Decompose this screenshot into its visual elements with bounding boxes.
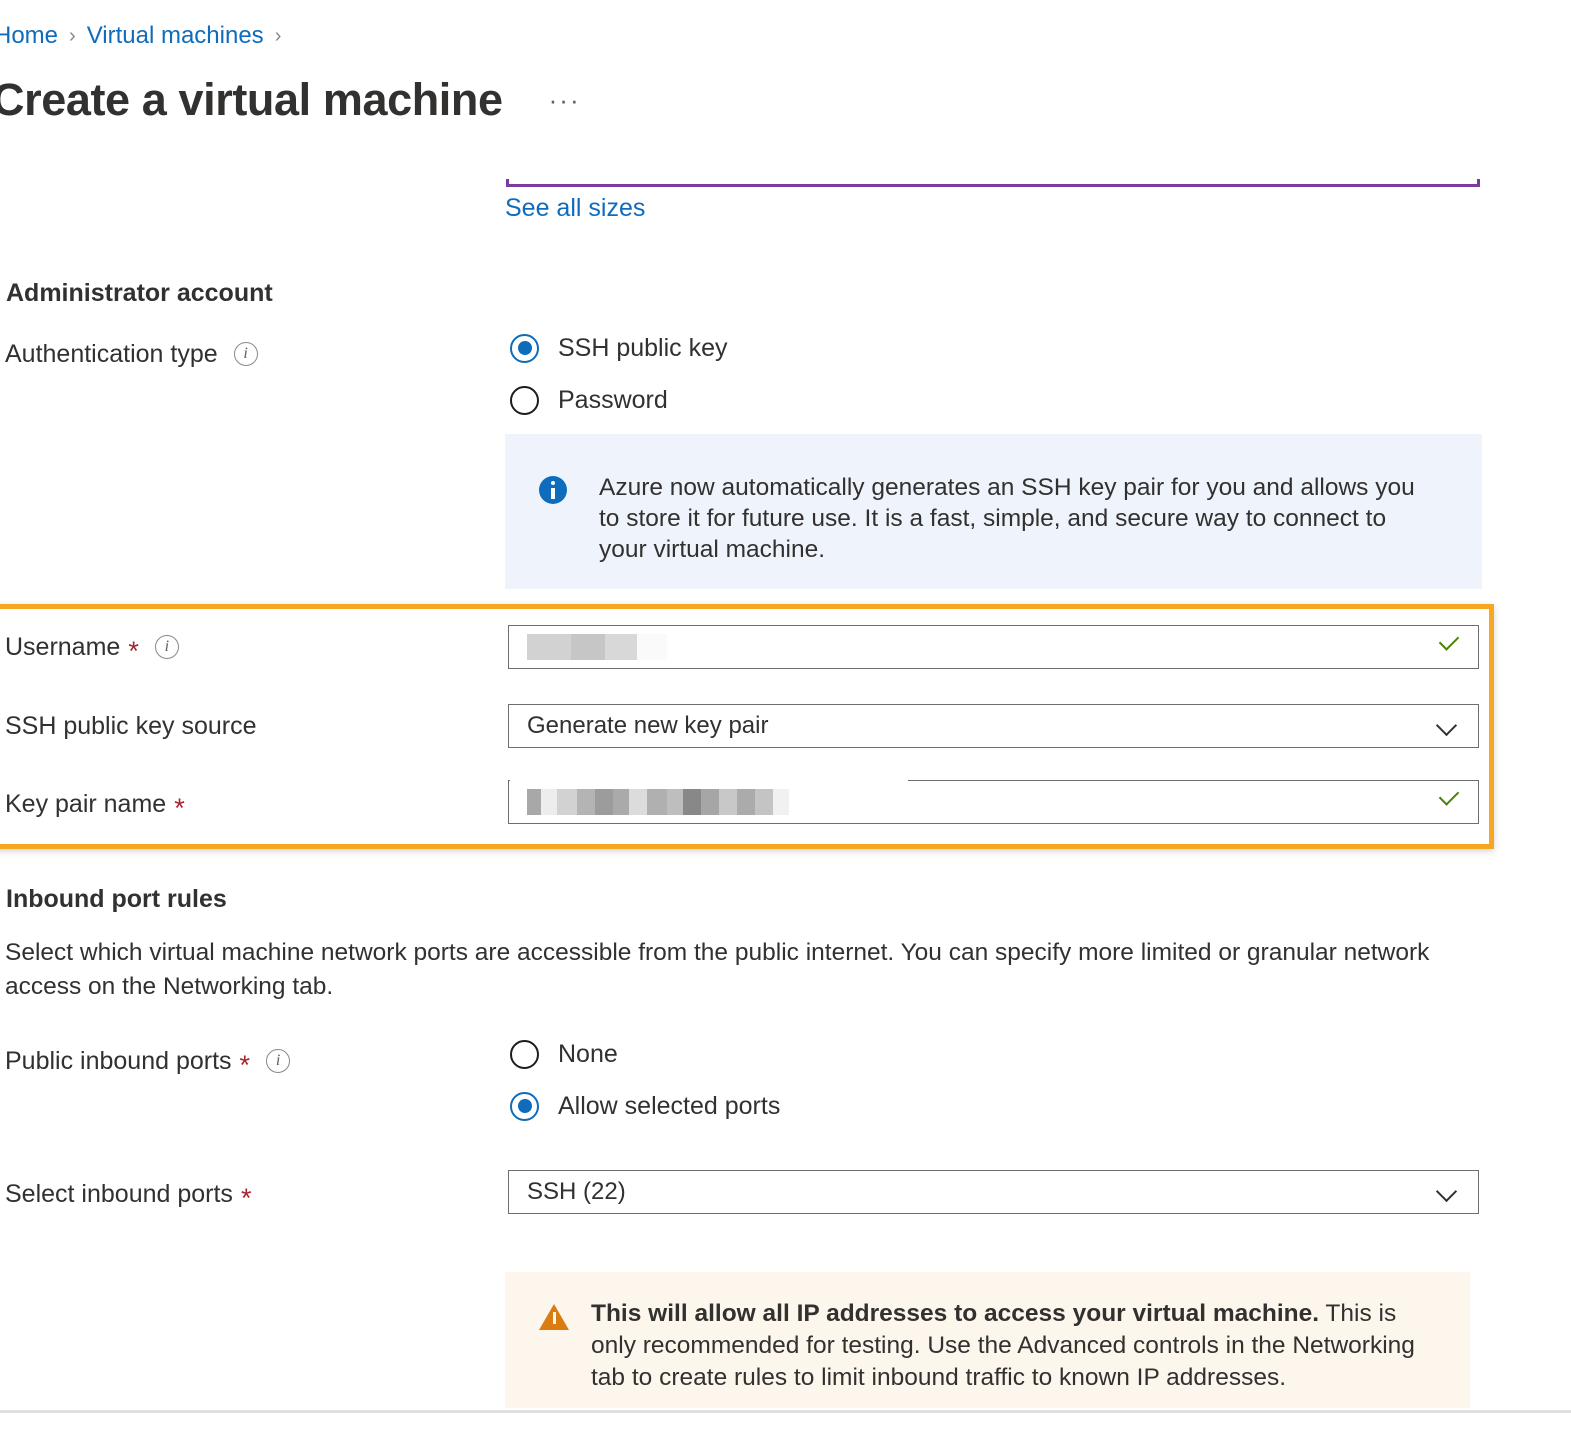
page-header: Create a virtual machine ··· bbox=[0, 72, 581, 128]
ssh-public-key-source-label-text: SSH public key source bbox=[5, 712, 257, 740]
more-actions-button[interactable]: ··· bbox=[549, 85, 581, 116]
key-pair-name-label: Key pair name * bbox=[5, 789, 185, 823]
ssh-public-key-source-value: Generate new key pair bbox=[527, 712, 769, 739]
breadcrumb-separator-icon-2: › bbox=[274, 25, 282, 47]
username-redacted-value bbox=[527, 634, 1436, 660]
username-label-text: Username bbox=[5, 633, 121, 661]
radio-indicator-none[interactable] bbox=[510, 1039, 539, 1069]
select-inbound-ports-select[interactable]: SSH (22) bbox=[508, 1170, 1479, 1214]
radio-label-allow-selected-ports: Allow selected ports bbox=[558, 1092, 781, 1120]
key-pair-name-required-marker: * bbox=[174, 793, 185, 823]
key-pair-name-input[interactable] bbox=[508, 780, 1479, 824]
open-ports-warning-text: This will allow all IP addresses to acce… bbox=[591, 1298, 1440, 1394]
radio-indicator-ssh-public-key[interactable] bbox=[510, 333, 539, 363]
radio-label-password: Password bbox=[558, 386, 668, 414]
radio-ssh-public-key[interactable]: SSH public key bbox=[510, 333, 728, 363]
create-vm-blade: Home › Virtual machines › Create a virtu… bbox=[0, 0, 1571, 1433]
key-pair-field-border-artifact bbox=[510, 778, 908, 782]
radio-none[interactable]: None bbox=[510, 1039, 618, 1069]
authentication-type-label-text: Authentication type bbox=[5, 340, 218, 368]
open-ports-warning-bold: This will allow all IP addresses to acce… bbox=[591, 1300, 1320, 1327]
public-inbound-ports-label-text: Public inbound ports bbox=[5, 1047, 232, 1075]
username-input-value bbox=[527, 634, 1436, 660]
key-pair-name-redacted-value bbox=[527, 789, 1436, 815]
select-inbound-ports-label-text: Select inbound ports bbox=[5, 1180, 233, 1208]
warning-triangle-icon bbox=[539, 1304, 569, 1330]
breadcrumb-item-virtual-machines[interactable]: Virtual machines bbox=[87, 22, 264, 50]
radio-indicator-password[interactable] bbox=[510, 385, 539, 415]
info-icon[interactable]: i bbox=[266, 1049, 291, 1073]
select-inbound-ports-label: Select inbound ports * bbox=[5, 1179, 252, 1213]
size-dropdown-focus-underline bbox=[506, 179, 1480, 187]
breadcrumb-separator-icon: › bbox=[69, 25, 76, 47]
chevron-down-icon[interactable] bbox=[1438, 716, 1458, 736]
radio-label-ssh-public-key: SSH public key bbox=[558, 334, 728, 362]
see-all-sizes-link[interactable]: See all sizes bbox=[505, 192, 645, 224]
radio-label-none: None bbox=[558, 1040, 618, 1068]
ssh-public-key-source-label: SSH public key source bbox=[5, 711, 257, 741]
open-ports-warning-callout: This will allow all IP addresses to acce… bbox=[505, 1272, 1470, 1408]
authentication-type-label: Authentication type i bbox=[5, 339, 258, 369]
radio-allow-selected-ports[interactable]: Allow selected ports bbox=[510, 1091, 780, 1121]
key-pair-name-label-text: Key pair name bbox=[5, 790, 167, 818]
username-required-marker: * bbox=[128, 636, 139, 666]
username-input[interactable] bbox=[508, 625, 1479, 669]
info-icon[interactable]: i bbox=[233, 342, 258, 366]
administrator-account-heading: Administrator account bbox=[6, 279, 273, 307]
info-circle-icon bbox=[539, 476, 567, 504]
breadcrumb-item-home[interactable]: Home bbox=[0, 22, 58, 50]
inbound-port-rules-description: Select which virtual machine network por… bbox=[5, 939, 1430, 1000]
inbound-port-rules-heading: Inbound port rules bbox=[6, 885, 227, 913]
public-inbound-ports-required-marker: * bbox=[239, 1050, 251, 1080]
checkmark-icon bbox=[1436, 789, 1462, 815]
key-pair-name-input-value bbox=[527, 789, 1436, 815]
public-inbound-ports-label: Public inbound ports * i bbox=[5, 1046, 291, 1080]
chevron-down-icon[interactable] bbox=[1438, 1182, 1458, 1202]
ssh-key-info-callout-text: Azure now automatically generates an SSH… bbox=[599, 474, 1415, 563]
username-label: Username * i bbox=[5, 632, 179, 666]
checkmark-icon bbox=[1436, 634, 1462, 660]
info-icon[interactable]: i bbox=[154, 635, 179, 659]
ssh-key-info-callout: Azure now automatically generates an SSH… bbox=[505, 434, 1482, 589]
radio-indicator-allow-selected-ports[interactable] bbox=[510, 1091, 539, 1121]
page-title: Create a virtual machine bbox=[0, 74, 503, 125]
select-inbound-ports-value: SSH (22) bbox=[527, 1178, 626, 1205]
breadcrumb: Home › Virtual machines › bbox=[0, 22, 292, 50]
select-inbound-ports-required-marker: * bbox=[240, 1183, 252, 1213]
radio-password[interactable]: Password bbox=[510, 385, 668, 415]
ssh-public-key-source-select[interactable]: Generate new key pair bbox=[508, 704, 1479, 748]
blade-bottom-divider bbox=[0, 1410, 1571, 1413]
